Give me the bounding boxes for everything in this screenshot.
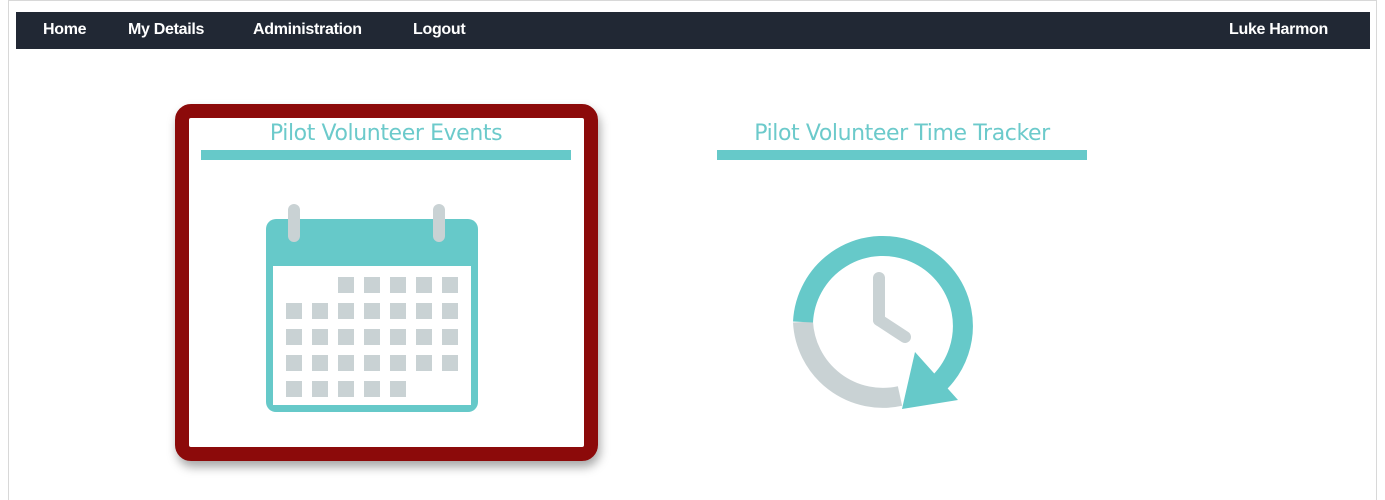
- calendar-day-cell: [442, 329, 458, 345]
- calendar-day-cell: [338, 329, 354, 345]
- calendar-day-cell: [364, 303, 380, 319]
- calendar-day-cell: [312, 303, 328, 319]
- calendar-icon: [266, 204, 478, 412]
- calendar-day-cell: [286, 381, 302, 397]
- calendar-day-cell: [416, 355, 432, 371]
- calendar-day-cell: [338, 303, 354, 319]
- calendar-day-cell: [286, 355, 302, 371]
- clock-icon: [793, 236, 973, 409]
- calendar-day-cell: [416, 329, 432, 345]
- calendar-day-cell: [364, 277, 380, 293]
- calendar-day-cell: [338, 355, 354, 371]
- calendar-day-cell: [416, 277, 432, 293]
- calendar-day-cell: [364, 381, 380, 397]
- calendar-day-cell: [390, 329, 406, 345]
- calendar-day-cell: [312, 381, 328, 397]
- calendar-day-cell: [286, 303, 302, 319]
- tile-events-title: Pilot Volunteer Events: [269, 121, 503, 146]
- nav-user-name[interactable]: Luke Harmon: [1229, 21, 1328, 39]
- nav-administration-link[interactable]: Administration: [253, 21, 362, 39]
- calendar-day-cell: [390, 303, 406, 319]
- calendar-day-cell: [364, 329, 380, 345]
- calendar-day-cell: [390, 381, 406, 397]
- calendar-day-cell: [364, 355, 380, 371]
- calendar-day-cell: [286, 329, 302, 345]
- calendar-day-cell: [416, 303, 432, 319]
- calendar-day-cell: [442, 277, 458, 293]
- calendar-day-cell: [390, 277, 406, 293]
- calendar-day-cell: [442, 303, 458, 319]
- nav-logout-link[interactable]: Logout: [413, 21, 466, 39]
- tile-time-tracker-underline: [717, 150, 1087, 160]
- nav-my-details-link[interactable]: My Details: [128, 21, 204, 39]
- calendar-day-cell: [312, 355, 328, 371]
- tile-events-underline: [201, 150, 571, 160]
- calendar-day-cell: [442, 355, 458, 371]
- calendar-day-cell: [312, 329, 328, 345]
- top-navbar: Home My Details Administration Logout Lu…: [16, 12, 1370, 49]
- calendar-day-cell: [338, 381, 354, 397]
- calendar-day-cell: [338, 277, 354, 293]
- tile-time-tracker-title: Pilot Volunteer Time Tracker: [754, 121, 1050, 146]
- calendar-day-cell: [390, 355, 406, 371]
- nav-home-link[interactable]: Home: [43, 21, 87, 39]
